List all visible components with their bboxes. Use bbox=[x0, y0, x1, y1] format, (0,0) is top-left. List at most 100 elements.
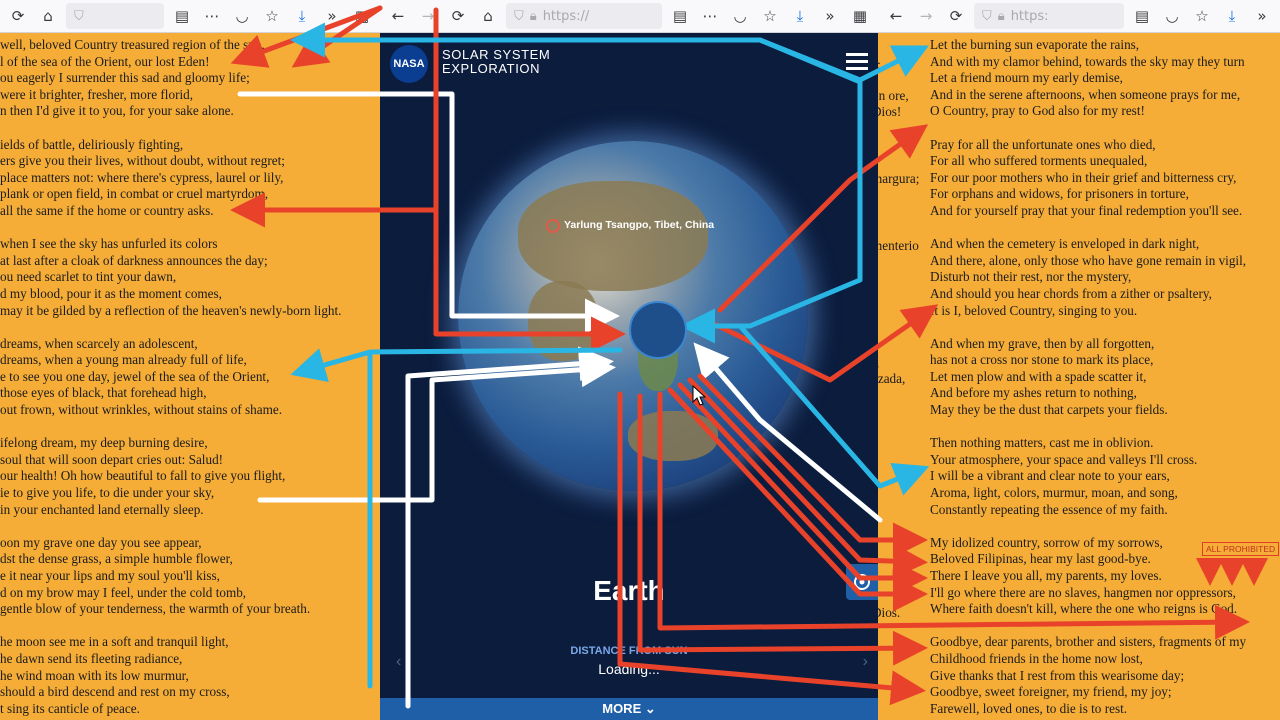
download-icon[interactable]: ⤓ bbox=[1220, 4, 1244, 28]
more-button[interactable]: MORE ⌄ bbox=[380, 698, 878, 720]
poem-line: Let a friend mourn my early demise, bbox=[930, 70, 1123, 86]
poem-stanza: dreams, when scarcely an adolescent, drea… bbox=[0, 336, 380, 419]
home-icon[interactable]: ⌂ bbox=[36, 4, 60, 28]
poem-stanza: he moon see me in a soft and tranquil li… bbox=[0, 634, 380, 717]
reload-icon[interactable]: ⟳ bbox=[446, 4, 470, 28]
poem-line: d my blood, pour it as the moment comes, bbox=[0, 285, 222, 301]
poem-line: Your atmosphere, your space and valleys … bbox=[930, 451, 1198, 467]
left-browser-toolbar: ⟳ ⌂ ⛉ ▤ ⋯ ◡ ☆ ⤓ » ▦ bbox=[0, 0, 380, 33]
reader-view-icon[interactable]: ▤ bbox=[668, 4, 692, 28]
overflow-icon[interactable]: » bbox=[818, 4, 842, 28]
poem-line: has not a cross nor stone to mark its pl… bbox=[930, 352, 1154, 368]
poem-line: ou eagerly I surrender this sad and gloo… bbox=[0, 70, 250, 86]
poem-stanza: And when the cemetery is enveloped in da… bbox=[930, 236, 1246, 319]
poem-line: those eyes of black, that forehead high, bbox=[0, 385, 207, 401]
poem-line: And when the cemetery is enveloped in da… bbox=[930, 236, 1200, 252]
site-title[interactable]: SOLAR SYSTEM EXPLORATION bbox=[442, 48, 550, 76]
poem-line: And with my clamor behind, towards the s… bbox=[930, 53, 1245, 69]
all-prohibited-badge: ALL PROHIBITED bbox=[1202, 542, 1280, 556]
poem-line: And for yourself pray that your final re… bbox=[930, 202, 1243, 218]
forward-icon[interactable]: → bbox=[416, 4, 440, 28]
middle-browser-toolbar: ← → ⟳ ⌂ ⛉ 🔒︎ https:// ▤ ⋯ ◡ ☆ ⤓ » ▦ bbox=[380, 0, 878, 33]
poem-stanza: ields of battle, deliriously fighting, er… bbox=[0, 137, 380, 220]
continent-australia bbox=[628, 411, 718, 461]
poem-line: e to see you one day, jewel of the sea o… bbox=[0, 368, 270, 384]
overflow-icon[interactable]: » bbox=[1250, 4, 1274, 28]
side-word: on ore, bbox=[878, 88, 909, 103]
poem-line: at last after a cloak of darkness announ… bbox=[0, 252, 268, 268]
left-url-bar[interactable]: ⛉ bbox=[66, 3, 164, 29]
poem-line: well, beloved Country treasured region o… bbox=[0, 37, 265, 52]
shield-icon: ⛉ bbox=[74, 8, 84, 24]
pocket-icon[interactable]: ◡ bbox=[230, 4, 254, 28]
right-poem-pane: s: on ore,Dios! margura; menterio r,azada, Di… bbox=[878, 33, 1280, 720]
poem-line: dreams, when a young man already full of… bbox=[0, 352, 247, 368]
download-icon[interactable]: ⤓ bbox=[788, 4, 812, 28]
poem-line: oon my grave one day you see appear, bbox=[0, 534, 202, 550]
poem-line: he dawn send its fleeting radiance, bbox=[0, 650, 183, 666]
right-poem-text: Let the burning sun evaporate the rains,… bbox=[930, 37, 1246, 720]
bookmark-star-icon[interactable]: ☆ bbox=[758, 4, 782, 28]
overflow-icon[interactable]: » bbox=[320, 4, 344, 28]
poem-line: d on my brow may I feel, under the cold … bbox=[0, 584, 247, 600]
middle-url-bar[interactable]: ⛉ 🔒︎ https:// bbox=[506, 3, 662, 29]
poem-line: l of the sea of the Orient, our lost Ede… bbox=[0, 53, 210, 69]
right-browser-toolbar: ← → ⟳ ⛉ 🔒︎ https: ▤ ◡ ☆ ⤓ » bbox=[878, 0, 1280, 33]
bookmark-star-icon[interactable]: ☆ bbox=[260, 4, 284, 28]
shield-icon: ⛉ bbox=[982, 8, 992, 24]
planet-name: Earth bbox=[593, 575, 665, 606]
poem-line: Let men plow and with a spade scatter it… bbox=[930, 368, 1147, 384]
back-icon[interactable]: ← bbox=[386, 4, 410, 28]
nasa-earth-page: NASA SOLAR SYSTEM EXPLORATION Yarlung Ts… bbox=[380, 33, 878, 720]
forward-icon[interactable]: → bbox=[914, 4, 938, 28]
left-poem-pane: well, beloved Country treasured region o… bbox=[0, 33, 380, 720]
middle-url-text: https:// bbox=[542, 8, 590, 24]
menu-icon[interactable] bbox=[846, 53, 868, 74]
side-word: menterio bbox=[878, 238, 919, 253]
home-icon[interactable]: ⌂ bbox=[476, 4, 500, 28]
pocket-icon[interactable]: ◡ bbox=[1160, 4, 1184, 28]
side-word: Dios. bbox=[878, 605, 901, 620]
earth-globe[interactable] bbox=[458, 141, 808, 491]
poem-line: Aroma, light, colors, murmur, moan, and … bbox=[930, 485, 1178, 501]
bookmark-star-icon[interactable]: ☆ bbox=[1190, 4, 1214, 28]
poem-line: May they be the dust that carpets your f… bbox=[930, 402, 1168, 418]
download-icon[interactable]: ⤓ bbox=[290, 4, 314, 28]
reader-view-icon[interactable]: ▤ bbox=[1130, 4, 1154, 28]
extensions-icon[interactable]: ▦ bbox=[848, 4, 872, 28]
pocket-icon[interactable]: ◡ bbox=[728, 4, 752, 28]
side-word: azada, bbox=[878, 371, 906, 386]
poem-line: gentle blow of your tenderness, the warm… bbox=[0, 601, 311, 617]
site-title-line-2: EXPLORATION bbox=[442, 61, 541, 76]
nasa-logo[interactable]: NASA bbox=[390, 45, 428, 83]
poem-stanza: My idolized country, sorrow of my sorrow… bbox=[930, 535, 1246, 618]
poem-line: Beloved Filipinas, hear my last good-bye… bbox=[930, 551, 1151, 567]
poem-line: out frown, without wrinkles, without sta… bbox=[0, 402, 283, 418]
extensions-icon[interactable]: ▦ bbox=[350, 4, 374, 28]
poem-line: he moon see me in a soft and tranquil li… bbox=[0, 634, 229, 650]
poem-line: Then nothing matters, cast me in oblivio… bbox=[930, 435, 1154, 451]
lock-icon: 🔒︎ bbox=[529, 8, 537, 24]
nasa-logo-text: NASA bbox=[393, 58, 425, 70]
poem-line: It is I, beloved Country, singing to you… bbox=[930, 302, 1138, 318]
more-actions-icon[interactable]: ⋯ bbox=[698, 4, 722, 28]
poem-line: ers give you their lives, without doubt,… bbox=[0, 153, 285, 169]
back-icon[interactable]: ← bbox=[884, 4, 908, 28]
location-pin-icon[interactable] bbox=[546, 219, 560, 233]
reload-icon[interactable]: ⟳ bbox=[6, 4, 30, 28]
poem-stanza: Then nothing matters, cast me in oblivio… bbox=[930, 435, 1246, 518]
poem-line: I'll go where there are no slaves, hangm… bbox=[930, 584, 1236, 600]
continent-asia bbox=[518, 181, 708, 291]
poem-line: For orphans and widows, for prisoners in… bbox=[930, 186, 1189, 202]
poem-line: n then I'd give it to you, for your sake… bbox=[0, 103, 234, 119]
poem-stanza: Pray for all the unfortunate ones who di… bbox=[930, 137, 1246, 220]
poem-line: e it near your lips and my soul you'll k… bbox=[0, 568, 220, 583]
poem-line: dst the dense grass, a simple humble flo… bbox=[0, 551, 233, 567]
right-url-bar[interactable]: ⛉ 🔒︎ https: bbox=[974, 3, 1124, 29]
reload-icon[interactable]: ⟳ bbox=[944, 4, 968, 28]
poem-stanza: Let the burning sun evaporate the rains,… bbox=[930, 37, 1246, 120]
reader-view-icon[interactable]: ▤ bbox=[170, 4, 194, 28]
poem-line: Give thanks that I rest from this wearis… bbox=[930, 667, 1185, 683]
poem-line: Where faith doesn't kill, where the one … bbox=[930, 601, 1238, 617]
more-actions-icon[interactable]: ⋯ bbox=[200, 4, 224, 28]
